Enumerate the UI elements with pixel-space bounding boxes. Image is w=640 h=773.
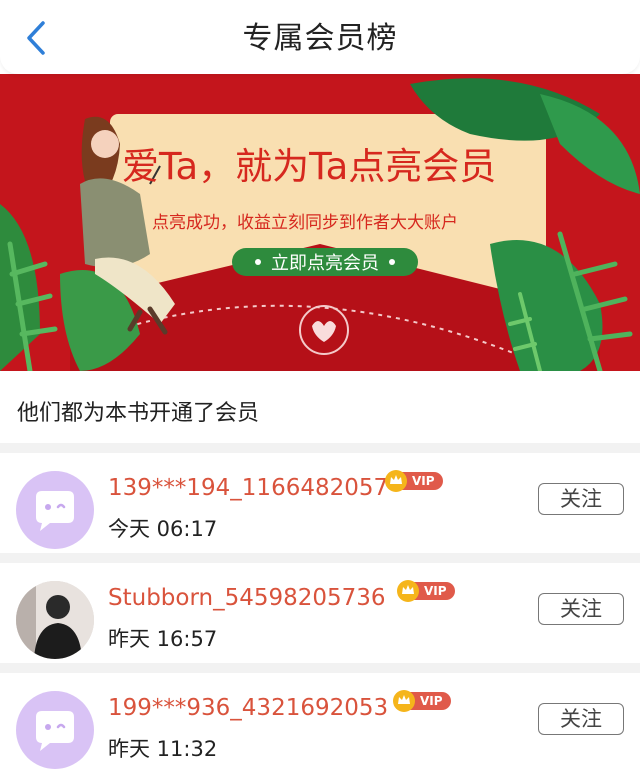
member-name[interactable]: 139***194_1166482057: [108, 475, 388, 501]
crown-icon: [393, 690, 415, 712]
section-title: 他们都为本书开通了会员: [17, 401, 260, 426]
vip-badge: VIP: [384, 469, 443, 493]
member-name[interactable]: Stubborn_54598205736: [108, 585, 386, 611]
member-row[interactable]: 139***194_1166482057 VIP 今天 06:17 关注: [0, 453, 640, 553]
cta-dot-left-icon: [255, 259, 261, 265]
crown-icon: [385, 470, 407, 492]
vip-badge: VIP: [392, 689, 451, 713]
cta-label: 立即点亮会员: [271, 253, 379, 274]
default-avatar-icon: [36, 711, 74, 751]
divider: [0, 443, 640, 453]
member-row[interactable]: Stubborn_54598205736 VIP 昨天 16:57 关注: [0, 563, 640, 663]
members-section-header: 他们都为本书开通了会员: [0, 371, 640, 443]
open-time: 昨天 16:57: [108, 627, 218, 651]
follow-button[interactable]: 关注: [538, 703, 624, 735]
open-time: 今天 06:17: [108, 517, 218, 541]
member-row[interactable]: 199***936_4321692053 VIP 昨天 11:32 关注: [0, 673, 640, 773]
page-title: 专属会员榜: [242, 21, 398, 56]
avatar[interactable]: [16, 691, 94, 769]
divider: [0, 553, 640, 563]
activate-membership-button[interactable]: 立即点亮会员: [232, 248, 418, 276]
follow-button[interactable]: 关注: [538, 483, 624, 515]
user-photo-icon: [16, 581, 94, 659]
follow-button[interactable]: 关注: [538, 593, 624, 625]
avatar[interactable]: [16, 581, 94, 659]
open-time: 昨天 11:32: [108, 737, 218, 761]
avatar[interactable]: [16, 471, 94, 549]
member-name[interactable]: 199***936_4321692053: [108, 695, 388, 721]
banner-headline: 爱Ta，就为Ta点亮会员: [122, 145, 497, 188]
banner-subline: 点亮成功，收益立刻同步到作者大大账户: [152, 213, 458, 233]
membership-banner[interactable]: 爱Ta，就为Ta点亮会员 点亮成功，收益立刻同步到作者大大账户 立即点亮会员: [0, 74, 640, 371]
divider: [0, 663, 640, 673]
vip-badge: VIP: [396, 579, 455, 603]
default-avatar-icon: [36, 491, 74, 531]
cta-dot-right-icon: [389, 259, 395, 265]
crown-icon: [397, 580, 419, 602]
top-nav-bar: 专属会员榜: [0, 0, 640, 74]
